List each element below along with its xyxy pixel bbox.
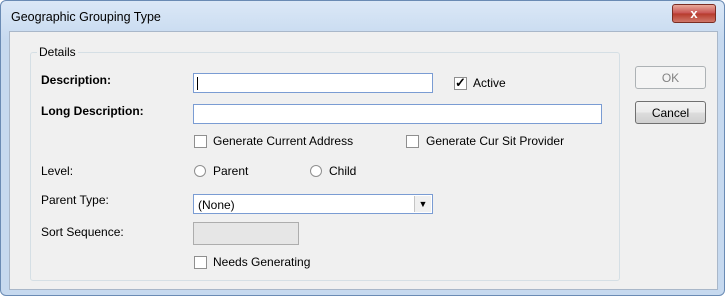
close-icon: x	[690, 6, 698, 21]
sort-sequence-label: Sort Sequence:	[41, 225, 124, 239]
window-title: Geographic Grouping Type	[11, 10, 161, 24]
parent-type-select[interactable]: (None) ▼	[193, 194, 433, 214]
long-description-label: Long Description:	[41, 104, 144, 118]
sort-sequence-input[interactable]	[193, 222, 299, 245]
dialog-window: Geographic Grouping Type x Details Descr…	[0, 0, 725, 296]
level-child-label: Child	[329, 164, 357, 178]
description-input[interactable]	[193, 73, 433, 93]
checkmark-icon: ✓	[455, 75, 466, 90]
generate-cur-sit-provider-checkbox[interactable]	[406, 135, 419, 148]
dialog-body: Details Description: ✓ Active Long Descr…	[9, 31, 718, 290]
active-label: Active	[473, 76, 506, 90]
cancel-button[interactable]: Cancel	[635, 101, 706, 124]
parent-type-value: (None)	[198, 198, 235, 212]
title-bar[interactable]: Geographic Grouping Type x	[1, 1, 724, 31]
level-label: Level:	[41, 164, 74, 178]
level-child-radio[interactable]	[310, 165, 322, 177]
details-legend: Details	[37, 45, 78, 59]
ok-button[interactable]: OK	[635, 66, 706, 89]
text-caret	[197, 77, 198, 90]
level-parent-radio[interactable]	[194, 165, 206, 177]
parent-type-label: Parent Type:	[41, 193, 109, 207]
description-label: Description:	[41, 73, 112, 87]
chevron-down-icon[interactable]: ▼	[414, 196, 431, 212]
needs-generating-checkbox[interactable]	[194, 256, 207, 269]
level-parent-label: Parent	[213, 164, 249, 178]
generate-current-address-label: Generate Current Address	[213, 134, 354, 148]
details-groupbox: Details Description: ✓ Active Long Descr…	[30, 45, 620, 281]
active-checkbox[interactable]: ✓	[454, 75, 467, 90]
long-description-input[interactable]	[193, 104, 602, 124]
needs-generating-label: Needs Generating	[213, 255, 311, 269]
generate-cur-sit-provider-label: Generate Cur Sit Provider	[426, 134, 565, 148]
close-button[interactable]: x	[672, 4, 716, 23]
generate-current-address-checkbox[interactable]	[194, 135, 207, 148]
